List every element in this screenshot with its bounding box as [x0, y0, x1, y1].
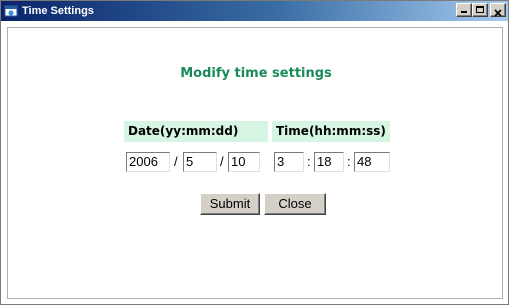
browser-app-icon [4, 3, 18, 17]
page-heading: Modify time settings [180, 66, 332, 81]
month-input[interactable]: 5 [183, 152, 217, 172]
date-column-header: Date(yy:mm:dd) [124, 121, 268, 142]
second-input[interactable]: 48 [354, 152, 390, 172]
time-column-header: Time(hh:mm:ss) [272, 121, 390, 142]
day-input[interactable]: 10 [228, 152, 260, 172]
minimize-icon [461, 11, 467, 13]
title-bar[interactable]: Time Settings [1, 1, 508, 21]
window-title: Time Settings [22, 5, 94, 17]
hour-input[interactable]: 3 [274, 152, 304, 172]
close-window-button[interactable] [490, 3, 506, 17]
content-area: Modify time settings Date(yy:mm:dd) Time… [7, 27, 503, 299]
time-settings-window: Time Settings Modify time settings Date(… [0, 0, 509, 305]
time-separator: : [347, 154, 351, 169]
maximize-button[interactable] [472, 3, 488, 17]
minimize-button[interactable] [456, 3, 472, 17]
minute-input[interactable]: 18 [314, 152, 344, 172]
time-separator: : [307, 154, 311, 169]
year-input[interactable]: 2006 [126, 152, 170, 172]
date-separator: / [220, 154, 224, 169]
close-icon [491, 4, 505, 17]
close-button[interactable]: Close [264, 193, 326, 215]
maximize-icon [476, 6, 484, 13]
window-controls [456, 3, 506, 19]
submit-button[interactable]: Submit [200, 193, 260, 215]
date-separator: / [174, 154, 178, 169]
